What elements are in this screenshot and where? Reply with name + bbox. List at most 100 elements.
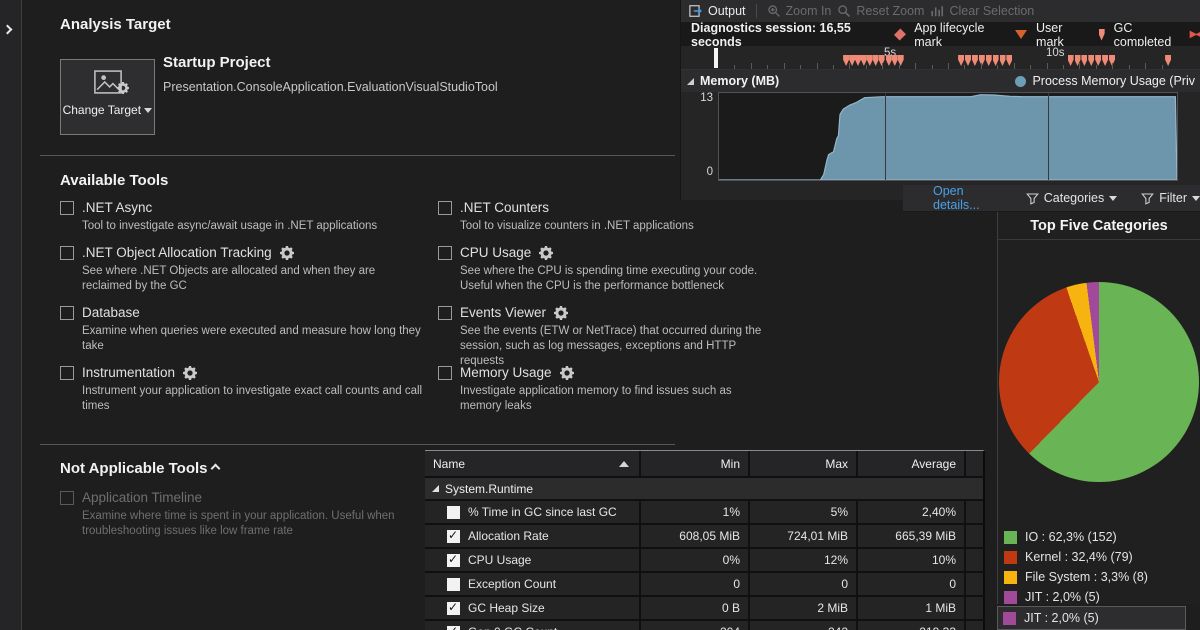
column-header-min[interactable]: Min — [641, 451, 750, 478]
change-target-label: Change Target — [61, 103, 154, 117]
gc-completed-marker — [1006, 55, 1012, 66]
row-checkbox[interactable] — [447, 530, 460, 543]
gc-completed-marker — [855, 55, 861, 66]
table-row: CPU Usage 0% 12% 10% — [425, 549, 983, 573]
gc-completed-marker — [1088, 55, 1094, 66]
column-header-name[interactable]: Name — [425, 451, 641, 478]
gc-completed-marker — [1068, 55, 1074, 66]
chevron-down-icon — [1109, 196, 1117, 201]
table-header-row: Name Min Max Average — [425, 451, 983, 478]
reset-zoom-button[interactable]: Reset Zoom — [837, 4, 924, 18]
group-row-system-runtime[interactable]: System.Runtime — [425, 478, 983, 501]
dotnet-async-checkbox[interactable] — [60, 201, 74, 215]
column-header-average[interactable]: Average — [858, 451, 966, 478]
clipped-mark-icon: ▶◀ — [1190, 29, 1200, 40]
row-checkbox[interactable] — [447, 602, 460, 615]
diagnostics-session-bar: Diagnostics session: 16,55 seconds App l… — [681, 23, 1200, 46]
row-checkbox[interactable] — [447, 626, 460, 630]
output-button[interactable]: Output — [689, 4, 746, 18]
tool-application-timeline: Application Timeline Examine where time … — [60, 490, 410, 539]
gc-completed-marker — [867, 55, 873, 66]
chart-bars-icon — [930, 4, 944, 18]
categories-dropdown[interactable]: Categories — [1026, 191, 1117, 205]
counters-table: Name Min Max Average System.Runtime % Ti… — [425, 450, 985, 630]
expanded-triangle-icon[interactable] — [432, 485, 439, 492]
database-checkbox[interactable] — [60, 306, 74, 320]
legend-item-kernel: Kernel : 32,4% (79) — [1004, 550, 1133, 564]
y-axis-min-label: 0 — [683, 166, 713, 178]
jit-tooltip: JIT : 2,0% (5) — [997, 606, 1186, 630]
app-lifecycle-mark-label: App lifecycle mark — [914, 21, 1003, 49]
filter-dropdown[interactable]: Filter — [1141, 191, 1200, 205]
timeline-ruler[interactable]: 5s 10s — [681, 46, 1200, 70]
gc-completed-marker — [958, 55, 964, 66]
expand-panel-icon[interactable] — [3, 25, 13, 35]
settings-gear-icon[interactable] — [280, 246, 294, 260]
funnel-icon — [1026, 192, 1039, 205]
legend-item-jit: JIT : 2,0% (5) — [1004, 590, 1100, 604]
collapse-section-icon[interactable] — [210, 464, 220, 474]
gc-completed-marker — [1000, 55, 1006, 66]
settings-gear-icon[interactable] — [539, 246, 553, 260]
pie-panel-title: Top Five Categories — [998, 212, 1200, 240]
tool-cpu-usage: CPU Usage See where the CPU is spending … — [438, 245, 773, 294]
top-five-categories-panel: Top Five Categories IO : 62,3% (152) Ker… — [997, 212, 1200, 604]
categories-toolbar: Open details... Categories Filter — [903, 185, 1200, 212]
table-row: GC Heap Size 0 B 2 MiB 1 MiB — [425, 597, 983, 621]
collapsed-side-rail — [0, 0, 22, 630]
column-header-max[interactable]: Max — [750, 451, 858, 478]
chevron-down-icon — [1192, 196, 1200, 201]
gc-completed-marker — [1081, 55, 1087, 66]
memory-lane-title: Memory (MB) — [700, 74, 779, 88]
memory-lane-header[interactable]: Memory (MB) Process Memory Usage (Priv — [681, 70, 1200, 92]
diagnostics-window: Analysis Target Change Target Startup Pr… — [0, 0, 1200, 630]
gc-completed-marker — [972, 55, 978, 66]
row-checkbox[interactable] — [447, 554, 460, 567]
target-detail: Presentation.ConsoleApplication.Evaluati… — [163, 80, 498, 94]
available-tools-heading: Available Tools — [60, 172, 168, 189]
memory-usage-chart[interactable] — [718, 92, 1178, 181]
file-system-swatch — [1004, 571, 1017, 584]
diagnostics-swimlane-panel: Output Zoom In Reset Zoom Clear Selectio… — [680, 0, 1200, 200]
settings-gear-icon[interactable] — [560, 366, 574, 380]
clear-selection-button[interactable]: Clear Selection — [930, 4, 1034, 18]
change-target-button[interactable]: Change Target — [60, 59, 155, 135]
tool-dotnet-counters: .NET Counters Tool to visualize counters… — [438, 200, 773, 234]
column-header-stub — [966, 451, 985, 478]
section-divider — [40, 155, 675, 156]
session-duration: Diagnostics session: 16,55 seconds — [691, 21, 878, 49]
instrumentation-checkbox[interactable] — [60, 366, 74, 380]
zoom-in-button[interactable]: Zoom In — [767, 4, 832, 18]
gc-completed-marker — [1102, 55, 1108, 66]
row-checkbox[interactable] — [447, 578, 460, 591]
user-mark-label: User mark — [1036, 21, 1086, 49]
series-legend-label: Process Memory Usage (Priv — [1032, 74, 1195, 88]
expanded-triangle-icon[interactable] — [687, 78, 694, 85]
funnel-icon — [1141, 192, 1154, 205]
gc-completed-marker — [1165, 55, 1171, 66]
jit-swatch — [1004, 591, 1017, 604]
gc-completed-marker — [843, 55, 849, 66]
tool-instrumentation: Instrumentation Instrument your applicat… — [60, 365, 426, 414]
memory-usage-checkbox[interactable] — [438, 366, 452, 380]
cpu-usage-checkbox[interactable] — [438, 246, 452, 260]
row-checkbox[interactable] — [447, 506, 460, 519]
gc-completed-icon — [1099, 29, 1105, 41]
table-row: Allocation Rate 608,05 MiB 724,01 MiB 66… — [425, 525, 983, 549]
ruler-tick-10s: 10s — [1046, 47, 1065, 59]
object-allocation-checkbox[interactable] — [60, 246, 74, 260]
gc-completed-marker — [886, 55, 892, 66]
app-lifecycle-mark-icon — [894, 29, 906, 41]
legend-item-file-system: File System : 3,3% (8) — [1004, 570, 1148, 584]
settings-gear-icon[interactable] — [554, 306, 568, 320]
table-row: % Time in GC since last GC 1% 5% 2,40% — [425, 501, 983, 525]
gc-completed-marker — [986, 55, 992, 66]
open-details-link[interactable]: Open details... — [933, 184, 1004, 212]
application-timeline-checkbox — [60, 491, 74, 505]
not-applicable-heading[interactable]: Not Applicable Tools — [60, 460, 219, 477]
dotnet-counters-checkbox[interactable] — [438, 201, 452, 215]
events-viewer-checkbox[interactable] — [438, 306, 452, 320]
series-legend-dot — [1015, 76, 1026, 87]
settings-gear-icon[interactable] — [183, 366, 197, 380]
gear-icon — [117, 82, 129, 94]
